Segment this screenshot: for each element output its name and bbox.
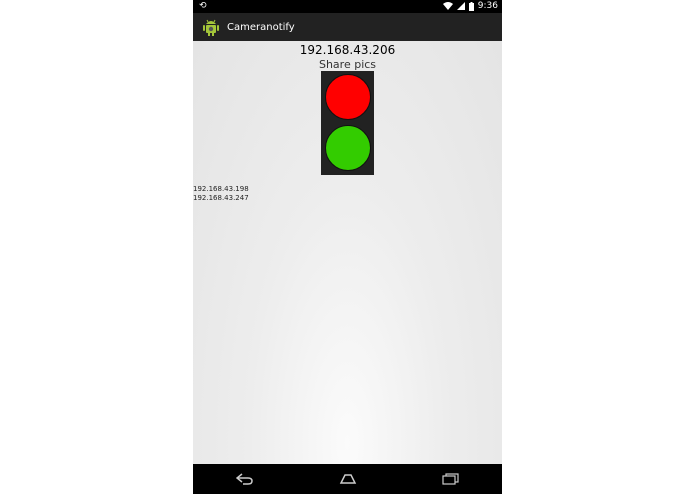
share-pics-label: Share pics	[318, 58, 377, 71]
app-title: Cameranotify	[227, 21, 295, 33]
home-icon[interactable]	[336, 470, 360, 488]
green-light[interactable]	[325, 125, 371, 171]
status-time: 9:36	[477, 1, 498, 11]
back-icon[interactable]	[233, 470, 257, 488]
list-item: 192.168.43.247	[193, 194, 249, 202]
device-ip-address: 192.168.43.206	[299, 43, 396, 57]
recents-icon[interactable]	[439, 470, 463, 488]
sync-icon: ⟲	[199, 1, 207, 11]
battery-icon	[468, 1, 474, 11]
status-bar: ⟲ 9:36	[193, 0, 502, 13]
red-light[interactable]	[325, 74, 371, 120]
android-icon[interactable]	[201, 16, 221, 38]
phone-screen: ⟲ 9:36 Cameranotify 192.168.43.206 Share…	[193, 0, 502, 494]
list-item: 192.168.43.198	[193, 185, 249, 193]
traffic-light[interactable]	[321, 71, 374, 175]
action-bar: Cameranotify	[193, 13, 502, 41]
wifi-icon	[442, 2, 453, 10]
signal-icon	[456, 2, 465, 10]
navigation-bar	[193, 464, 502, 494]
status-icons: 9:36	[442, 1, 498, 11]
main-content: 192.168.43.206 Share pics 192.168.43.198…	[193, 41, 502, 464]
ip-list: 192.168.43.198 192.168.43.247	[193, 185, 249, 203]
